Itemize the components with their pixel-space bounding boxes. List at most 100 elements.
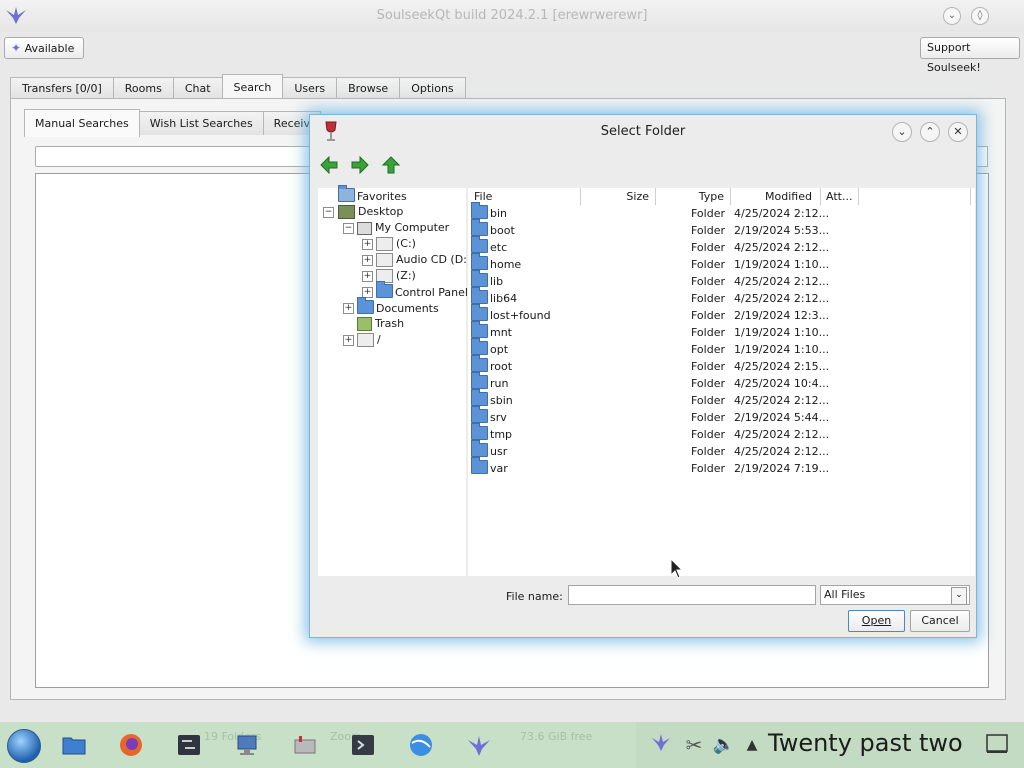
tray-scissors-icon[interactable]: ✂ (680, 731, 708, 759)
tab-chat[interactable]: Chat (172, 77, 223, 99)
minimize-button[interactable]: ⌄ (943, 7, 961, 25)
folder-icon (471, 423, 488, 440)
tab-wish-list-searches[interactable]: Wish List Searches (138, 111, 264, 135)
expand-documents-toggle[interactable]: + (343, 303, 354, 314)
open-button[interactable]: Open (848, 610, 905, 632)
tree-item-favorites[interactable]: Favorites (338, 185, 407, 204)
column-header-size[interactable]: Size (581, 188, 656, 205)
cancel-button[interactable]: Cancel (910, 610, 970, 632)
file-type: Folder (691, 275, 725, 288)
file-row[interactable]: lib Folder 4/25/2024 2:12... (468, 270, 829, 290)
tree-item-documents[interactable]: Documents (357, 297, 439, 316)
tree-label: Control Panel (395, 286, 468, 299)
tree-label: Audio CD (D:) (396, 253, 472, 266)
support-soulseek-button[interactable]: Support Soulseek! (920, 37, 1020, 74)
file-type-filter-select[interactable]: All Files ⌄ (820, 585, 970, 605)
column-header-file[interactable]: File (474, 188, 581, 205)
column-header-divider (970, 188, 971, 205)
status-available-button[interactable]: ✦ Available (4, 37, 84, 59)
search-input[interactable] (35, 146, 325, 167)
tree-item-root[interactable]: / (357, 332, 381, 348)
maximize-button[interactable]: ◊ (971, 7, 989, 25)
tree-item-audio-cd[interactable]: Audio CD (D:) (376, 252, 471, 268)
tab-browse[interactable]: Browse (336, 77, 401, 99)
expand-d-drive-toggle[interactable]: + (362, 255, 373, 266)
soulseek-taskbar-icon[interactable] (465, 731, 493, 759)
tab-search[interactable]: Search (221, 74, 284, 99)
file-row[interactable]: lost+found Folder 2/19/2024 12:3... (468, 304, 829, 324)
select-folder-dialog: Select Folder ⌄ ⌃ ✕ Favorites − Desktop … (309, 114, 977, 638)
column-header-type[interactable]: Type (656, 188, 731, 205)
file-row[interactable]: run Folder 4/25/2024 10:4... (468, 372, 829, 392)
dialog-minimize-button[interactable]: ⌄ (892, 122, 912, 142)
back-arrow-icon[interactable] (320, 155, 338, 175)
file-name: tmp (490, 428, 513, 441)
file-row[interactable]: lib64 Folder 4/25/2024 2:12... (468, 287, 829, 307)
folder-icon (471, 304, 488, 321)
firefox-icon[interactable] (117, 731, 145, 759)
file-name: root (490, 360, 513, 373)
file-modified: 4/25/2024 2:12... (734, 428, 830, 441)
tree-item-c-drive[interactable]: (C:) (376, 236, 416, 252)
file-row[interactable]: srv Folder 2/19/2024 5:44... (468, 406, 830, 426)
tab-manual-searches[interactable]: Manual Searches (24, 109, 140, 137)
window-title: SoulseekQt build 2024.2.1 [erewrwerewr] (376, 8, 648, 23)
tray-chevron-up-icon[interactable]: ▲ (738, 731, 766, 759)
dialog-maximize-button[interactable]: ⌃ (920, 122, 940, 142)
expand-root-toggle[interactable]: + (343, 335, 354, 346)
tab-transfers[interactable]: Transfers [0/0] (10, 77, 114, 99)
file-row[interactable]: home Folder 1/19/2024 1:10... (468, 253, 829, 273)
taskbar-clock[interactable]: Twenty past two (768, 729, 963, 757)
file-name: bin (490, 207, 508, 220)
file-row[interactable]: opt Folder 1/19/2024 1:10... (468, 338, 829, 358)
wine-icon[interactable] (291, 731, 319, 759)
tab-users[interactable]: Users (282, 77, 338, 99)
tray-soulseek-icon[interactable] (650, 731, 678, 759)
folder-icon (471, 440, 488, 457)
tree-item-desktop[interactable]: Desktop (338, 204, 403, 220)
file-name: opt (490, 343, 509, 356)
expand-z-drive-toggle[interactable]: + (362, 271, 373, 282)
tray-volume-icon[interactable]: 🔈 (710, 731, 738, 759)
tab-rooms[interactable]: Rooms (112, 77, 174, 99)
terminal-settings-icon[interactable] (175, 731, 203, 759)
file-row[interactable]: var Folder 2/19/2024 7:19... (468, 457, 829, 477)
dialog-close-button[interactable]: ✕ (948, 122, 968, 142)
file-row[interactable]: sbin Folder 4/25/2024 2:12... (468, 389, 829, 409)
collapse-desktop-toggle[interactable]: − (323, 207, 334, 218)
file-manager-icon[interactable] (60, 731, 88, 759)
file-row[interactable]: root Folder 4/25/2024 2:15... (468, 355, 829, 375)
tab-options[interactable]: Options (399, 77, 466, 99)
tree-label: Desktop (358, 205, 404, 218)
file-row[interactable]: tmp Folder 4/25/2024 2:12... (468, 423, 830, 443)
terminal-icon[interactable] (349, 731, 377, 759)
folder-icon (471, 372, 488, 389)
wine-glass-icon (324, 121, 338, 143)
file-modified: 2/19/2024 5:44... (734, 411, 830, 424)
file-type: Folder (691, 292, 725, 305)
file-row[interactable]: bin Folder 4/25/2024 2:12... (468, 202, 829, 222)
file-row[interactable]: boot Folder 2/19/2024 5:53... (468, 219, 829, 239)
network-computer-icon[interactable] (233, 731, 261, 759)
up-arrow-icon[interactable] (381, 156, 401, 174)
column-header-attributes[interactable]: Att... (821, 188, 859, 205)
tree-label: Favorites (357, 190, 407, 203)
file-modified: 4/25/2024 2:12... (734, 445, 830, 458)
filter-value: All Files (824, 588, 866, 601)
file-row[interactable]: usr Folder 4/25/2024 2:12... (468, 440, 830, 460)
tree-item-my-computer[interactable]: My Computer (357, 220, 449, 236)
browser-globe-icon[interactable] (407, 731, 435, 759)
file-name: lib (490, 275, 504, 288)
expand-c-drive-toggle[interactable]: + (362, 239, 373, 250)
file-row[interactable]: mnt Folder 1/19/2024 1:10... (468, 321, 829, 341)
filename-input[interactable] (568, 585, 816, 605)
file-row[interactable]: etc Folder 4/25/2024 2:12... (468, 236, 829, 256)
tree-item-trash[interactable]: Trash (357, 316, 404, 332)
collapse-my-computer-toggle[interactable]: − (343, 223, 354, 234)
file-name: boot (490, 224, 515, 237)
start-menu-icon[interactable] (7, 729, 41, 763)
tree-item-control-panel[interactable]: Control Panel (376, 281, 468, 300)
show-desktop-icon[interactable] (985, 732, 1009, 756)
forward-arrow-icon[interactable] (351, 155, 369, 175)
column-header-modified[interactable]: Modified (731, 188, 821, 205)
